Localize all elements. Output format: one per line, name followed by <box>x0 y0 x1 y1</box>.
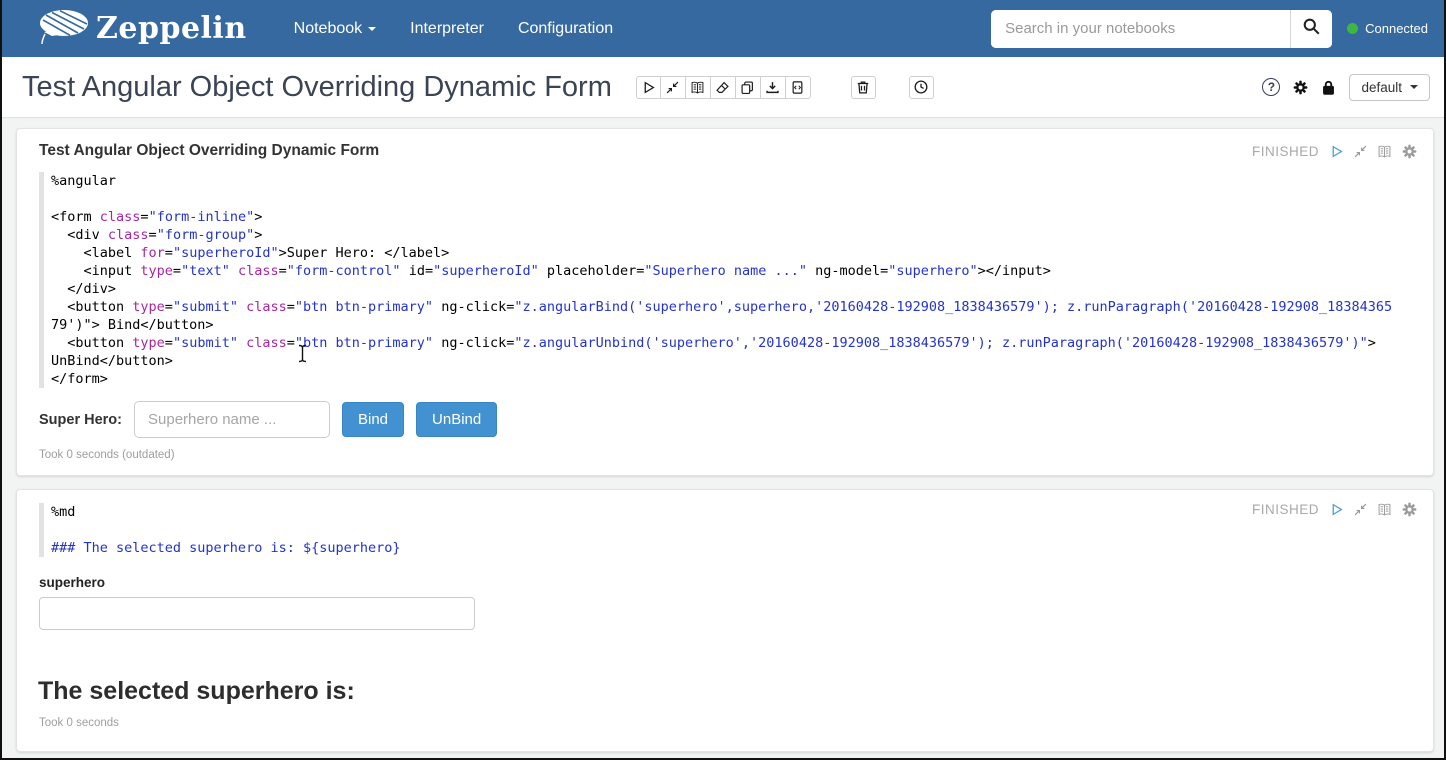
brand-title: Zeppelin <box>96 11 247 46</box>
clone-note-button[interactable] <box>736 76 761 99</box>
eraser-icon <box>716 81 729 94</box>
code-editor[interactable]: %angular <form class="form-inline"> <div… <box>39 172 1417 388</box>
show-editor-button[interactable] <box>1378 503 1391 516</box>
paragraph-status-row: FINISHED <box>1252 144 1417 159</box>
code-editor[interactable]: %md ### The selected superhero is: ${sup… <box>39 503 1417 557</box>
run-paragraph-button[interactable] <box>1330 503 1343 516</box>
search-icon <box>1303 18 1320 40</box>
paragraph-angular-form: Test Angular Object Overriding Dynamic F… <box>16 128 1434 476</box>
connection-status: Connected <box>1347 21 1428 36</box>
lock-icon[interactable] <box>1321 80 1336 95</box>
paragraph-markdown: FINISHED %md ### The selected superhero … <box>16 489 1434 752</box>
export-note-button[interactable] <box>761 76 786 99</box>
connected-label: Connected <box>1365 21 1428 36</box>
zeppelin-logo-icon <box>38 6 90 51</box>
book-icon <box>1378 503 1391 516</box>
settings-gear-icon <box>1402 144 1417 159</box>
zeppelin-brand[interactable]: Zeppelin <box>38 6 247 51</box>
interpreter-binding-dropdown[interactable]: default <box>1349 74 1430 101</box>
show-editor-button[interactable] <box>1378 145 1391 158</box>
bind-button[interactable]: Bind <box>342 402 404 437</box>
connected-dot-icon <box>1347 23 1358 34</box>
clone-icon <box>741 81 754 94</box>
main-menu: Notebook Interpreter Configuration <box>277 20 630 38</box>
superhero-input[interactable] <box>134 401 330 438</box>
run-all-button[interactable] <box>636 76 661 99</box>
clock-icon <box>914 80 928 94</box>
menu-interpreter[interactable]: Interpreter <box>393 20 501 38</box>
play-icon <box>1330 503 1343 516</box>
compress-icon <box>1354 145 1367 158</box>
clear-output-button[interactable] <box>711 76 736 99</box>
execution-time-label: Took 0 seconds <box>39 717 1433 729</box>
show-hide-code-button[interactable] <box>686 76 711 99</box>
paragraph-title: Test Angular Object Overriding Dynamic F… <box>39 142 379 160</box>
chevron-down-icon <box>368 27 376 31</box>
superhero-dynamic-input[interactable] <box>39 597 475 630</box>
download-icon <box>766 81 779 94</box>
scheduler-button[interactable] <box>909 76 934 99</box>
collapse-paragraphs-button[interactable] <box>661 76 686 99</box>
notebook-search <box>991 10 1332 48</box>
menu-configuration[interactable]: Configuration <box>501 20 630 38</box>
superhero-label: Super Hero: <box>39 412 122 428</box>
collapse-paragraph-button[interactable] <box>1354 145 1367 158</box>
code-file-icon <box>791 81 804 94</box>
execution-time-label: Took 0 seconds (outdated) <box>39 449 1433 461</box>
top-navbar: Zeppelin Notebook Interpreter Configurat… <box>2 0 1444 57</box>
remove-note-button[interactable] <box>851 76 876 99</box>
markdown-output-heading: The selected superhero is: <box>38 677 1433 706</box>
trash-icon <box>856 80 870 94</box>
question-circle-icon[interactable]: ? <box>1262 78 1280 96</box>
status-badge: FINISHED <box>1252 502 1319 517</box>
paragraph-status-row: FINISHED <box>1252 502 1417 517</box>
run-paragraph-button[interactable] <box>1330 145 1343 158</box>
paragraph-settings-button[interactable] <box>1402 144 1417 159</box>
commit-version-button[interactable] <box>786 76 811 99</box>
chevron-down-icon <box>1410 85 1418 89</box>
status-badge: FINISHED <box>1252 144 1319 159</box>
book-icon <box>1378 145 1391 158</box>
unbind-button[interactable]: UnBind <box>416 402 497 437</box>
compress-icon <box>666 81 679 94</box>
compress-icon <box>1354 503 1367 516</box>
note-title[interactable]: Test Angular Object Overriding Dynamic F… <box>22 71 612 104</box>
collapse-paragraph-button[interactable] <box>1354 503 1367 516</box>
play-icon <box>1330 145 1343 158</box>
book-icon <box>691 81 704 94</box>
search-button[interactable] <box>1290 10 1332 48</box>
search-input[interactable] <box>991 10 1290 48</box>
note-toolbar-group <box>636 76 811 99</box>
paragraph-settings-button[interactable] <box>1402 502 1417 517</box>
note-action-bar: Test Angular Object Overriding Dynamic F… <box>2 57 1444 118</box>
zeppelin-window: { "colors": { "navbar_bg": "#35699f", "b… <box>0 0 1446 760</box>
play-icon <box>642 81 655 94</box>
gear-icon[interactable] <box>1293 80 1308 95</box>
dynamic-form-label: superhero <box>39 575 1433 590</box>
menu-notebook[interactable]: Notebook <box>277 20 394 38</box>
note-right-controls: ? default <box>1262 74 1430 101</box>
angular-form-output: Super Hero: Bind UnBind <box>39 401 1433 438</box>
settings-gear-icon <box>1402 502 1417 517</box>
